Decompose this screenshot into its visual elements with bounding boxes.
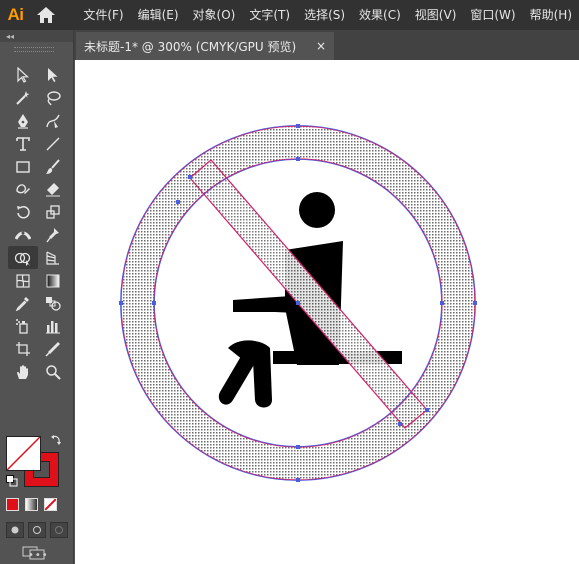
slice-tool-icon[interactable]	[38, 338, 68, 361]
fill-stroke-swatches	[0, 430, 74, 500]
puppet-warp-tool-icon[interactable]	[38, 224, 68, 247]
blend-tool-icon[interactable]	[38, 292, 68, 315]
lasso-tool-icon[interactable]	[38, 87, 68, 110]
draw-behind-icon[interactable]	[28, 522, 46, 538]
tab-title: 未标题-1* @ 300% (CMYK/GPU 预览)	[84, 39, 297, 54]
toolbox-grip[interactable]	[14, 47, 54, 52]
artboard-canvas[interactable]	[75, 60, 579, 564]
shaper-tool-icon[interactable]	[8, 178, 38, 201]
width-tool-icon[interactable]	[8, 224, 38, 247]
menu-select[interactable]: 选择(S)	[297, 0, 352, 30]
shape-builder-tool-icon[interactable]	[8, 246, 38, 270]
direct-selection-tool-icon[interactable]	[38, 64, 68, 87]
home-icon[interactable]	[31, 0, 60, 30]
zoom-tool-icon[interactable]	[38, 360, 68, 383]
menu-effect[interactable]: 效果(C)	[352, 0, 408, 30]
rotate-tool-icon[interactable]	[8, 201, 38, 224]
app-logo: Ai	[7, 5, 25, 24]
menu-file[interactable]: 文件(F)	[76, 0, 130, 30]
paintbrush-tool-icon[interactable]	[38, 155, 68, 178]
eyedropper-tool-icon[interactable]	[8, 292, 38, 315]
drawing-mode-buttons	[6, 522, 68, 538]
menu-bar: Ai 文件(F) 编辑(E) 对象(O) 文字(T) 选择(S) 效果(C) 视…	[0, 0, 579, 30]
scale-tool-icon[interactable]	[38, 201, 68, 224]
none-button[interactable]	[44, 498, 57, 511]
magic-wand-tool-icon[interactable]	[8, 87, 38, 110]
tab-document[interactable]: 未标题-1* @ 300% (CMYK/GPU 预览) ×	[76, 32, 334, 60]
tab-close-button[interactable]: ×	[316, 32, 326, 60]
hand-tool-icon[interactable]	[8, 360, 38, 383]
line-segment-tool-icon[interactable]	[38, 132, 68, 155]
toolbox-panel: ◂◂ •••	[0, 30, 74, 564]
artboard-tool-icon[interactable]	[8, 338, 38, 361]
column-graph-tool-icon[interactable]	[38, 315, 68, 338]
toolbox-collapse-button[interactable]: ◂◂	[0, 30, 73, 42]
artwork-no-sitting-sign[interactable]	[75, 60, 579, 564]
menu-object[interactable]: 对象(O)	[186, 0, 243, 30]
color-mode-buttons	[6, 498, 57, 511]
document-tab-bar: 未标题-1* @ 300% (CMYK/GPU 预览) ×	[74, 30, 579, 60]
gradient-button[interactable]	[25, 498, 38, 511]
swap-fill-stroke-icon[interactable]	[50, 434, 62, 449]
pen-tool-icon[interactable]	[8, 110, 38, 133]
gradient-tool-icon[interactable]	[38, 269, 68, 292]
default-fill-stroke-icon[interactable]	[6, 475, 18, 490]
perspective-grid-tool-icon[interactable]	[38, 246, 68, 269]
selection-tool-icon[interactable]	[8, 64, 38, 87]
menu-edit[interactable]: 编辑(E)	[131, 0, 186, 30]
symbol-sprayer-tool-icon[interactable]	[8, 315, 38, 338]
draw-normal-icon[interactable]	[6, 522, 24, 538]
rectangle-tool-icon[interactable]	[8, 155, 38, 178]
eraser-tool-icon[interactable]	[38, 178, 68, 201]
mesh-tool-icon[interactable]	[8, 269, 38, 292]
curvature-tool-icon[interactable]	[38, 110, 68, 133]
menu-items: 文件(F) 编辑(E) 对象(O) 文字(T) 选择(S) 效果(C) 视图(V…	[76, 0, 579, 30]
fill-swatch[interactable]	[6, 436, 41, 471]
menu-help[interactable]: 帮助(H)	[523, 0, 579, 30]
menu-window[interactable]: 窗口(W)	[463, 0, 522, 30]
color-button[interactable]	[6, 498, 19, 511]
more-tools-button[interactable]: •••	[28, 550, 49, 561]
menu-view[interactable]: 视图(V)	[408, 0, 464, 30]
draw-inside-icon[interactable]	[50, 522, 68, 538]
tool-grid	[8, 64, 68, 383]
type-tool-icon[interactable]	[8, 132, 38, 155]
menu-type[interactable]: 文字(T)	[242, 0, 297, 30]
